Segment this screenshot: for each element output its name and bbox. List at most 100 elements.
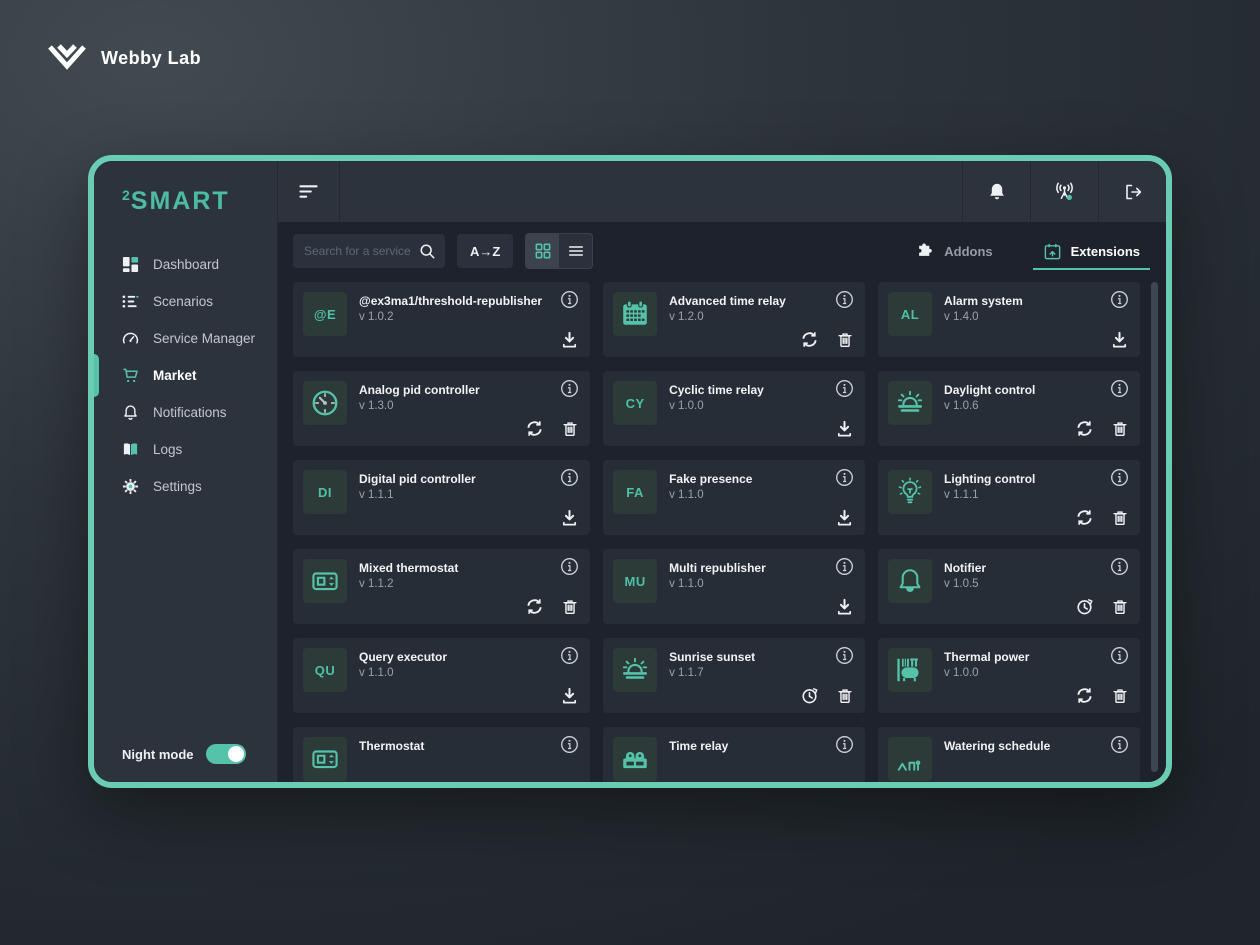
trash-icon[interactable] (1111, 598, 1129, 616)
info-icon[interactable] (560, 379, 579, 398)
refresh-icon[interactable] (1075, 508, 1094, 527)
info-icon[interactable] (1110, 290, 1129, 309)
card-actions (800, 330, 854, 349)
trash-icon[interactable] (1111, 509, 1129, 527)
broker-status-button[interactable] (1030, 161, 1098, 222)
avatar-letters: @E (314, 307, 336, 322)
bell-avatar-icon (895, 566, 925, 596)
card-version: v 1.1.0 (669, 489, 853, 501)
sidebar-item-market[interactable]: Market (94, 357, 277, 394)
download-icon[interactable] (835, 419, 854, 438)
download-icon[interactable] (835, 597, 854, 616)
card-actions (1075, 508, 1129, 527)
card-actions (560, 508, 579, 527)
sidebar-item-label: Settings (153, 479, 202, 494)
trash-icon[interactable] (561, 598, 579, 616)
info-icon[interactable] (1110, 735, 1129, 754)
clock-history-icon[interactable] (800, 686, 819, 705)
trash-icon[interactable] (1111, 687, 1129, 705)
info-icon[interactable] (1110, 646, 1129, 665)
extension-card: Notifierv 1.0.5 (878, 549, 1140, 624)
letter-avatar: MU (613, 559, 657, 603)
puzzle-icon (916, 242, 935, 261)
info-icon[interactable] (835, 468, 854, 487)
info-icon[interactable] (560, 557, 579, 576)
sidebar-item-service-manager[interactable]: Service Manager (94, 320, 277, 357)
night-mode-label: Night mode (122, 747, 194, 762)
card-version: v 1.0.6 (944, 400, 1128, 412)
sunrise-icon (620, 655, 650, 685)
tab-extensions[interactable]: Extensions (1043, 242, 1140, 261)
info-icon[interactable] (560, 646, 579, 665)
trash-icon[interactable] (561, 420, 579, 438)
card-version: v 1.2.0 (669, 311, 853, 323)
info-icon[interactable] (1110, 557, 1129, 576)
info-icon[interactable] (560, 735, 579, 754)
info-icon[interactable] (835, 735, 854, 754)
trash-icon[interactable] (836, 331, 854, 349)
extension-card: QUQuery executorv 1.1.0 (293, 638, 590, 713)
info-icon[interactable] (560, 290, 579, 309)
content-area: A→Z (278, 222, 1166, 782)
download-icon[interactable] (560, 330, 579, 349)
trash-icon[interactable] (1111, 420, 1129, 438)
sidebar-item-label: Service Manager (153, 331, 255, 346)
info-icon[interactable] (835, 290, 854, 309)
tab-addons[interactable]: Addons (916, 242, 992, 261)
download-icon[interactable] (1110, 330, 1129, 349)
night-mode-toggle[interactable] (206, 744, 246, 764)
sidebar-item-notifications[interactable]: Notifications (94, 394, 277, 431)
desktop: { "page": { "brand": "Webby Lab" }, "app… (0, 0, 1260, 945)
extension-card: FAFake presencev 1.1.0 (603, 460, 865, 535)
card-version: v 1.0.0 (669, 400, 853, 412)
list-view-button[interactable] (559, 234, 592, 268)
sort-lines-button[interactable] (278, 161, 340, 222)
sidebar-item-scenarios[interactable]: Scenarios (94, 283, 277, 320)
sidebar-item-settings[interactable]: Settings (94, 468, 277, 505)
grid-view-button[interactable] (526, 234, 559, 268)
card-title: @ex3ma1/threshold-republisher (359, 292, 542, 308)
logout-button[interactable] (1098, 161, 1166, 222)
clock-history-icon[interactable] (1075, 597, 1094, 616)
card-title: Time relay (669, 737, 817, 753)
refresh-icon[interactable] (1075, 686, 1094, 705)
card-version: v 1.4.0 (944, 311, 1128, 323)
refresh-icon[interactable] (525, 597, 544, 616)
sort-az-button[interactable]: A→Z (457, 234, 513, 268)
gauge-icon (310, 388, 340, 418)
download-icon[interactable] (835, 508, 854, 527)
download-icon[interactable] (560, 508, 579, 527)
info-icon[interactable] (1110, 379, 1129, 398)
notifications-bell-icon (122, 404, 139, 421)
card-version: v 1.1.0 (669, 578, 853, 590)
card-title: Advanced time relay (669, 292, 817, 308)
search-input[interactable] (304, 244, 419, 258)
card-title: Alarm system (944, 292, 1092, 308)
letter-avatar: DI (303, 470, 347, 514)
letter-avatar: QU (303, 648, 347, 692)
info-icon[interactable] (835, 557, 854, 576)
sidebar-item-label: Dashboard (153, 257, 219, 272)
sidebar: 2SMART DashboardScenariosService Manager… (94, 161, 277, 782)
info-icon[interactable] (835, 646, 854, 665)
info-icon[interactable] (835, 379, 854, 398)
sidebar-item-dashboard[interactable]: Dashboard (94, 246, 277, 283)
settings-gear-icon (122, 478, 139, 495)
info-icon[interactable] (560, 468, 579, 487)
card-title: Query executor (359, 648, 542, 664)
card-title: Notifier (944, 559, 1092, 575)
extension-card: ALAlarm systemv 1.4.0 (878, 282, 1140, 357)
icon-avatar (888, 737, 932, 781)
notifications-button[interactable] (962, 161, 1030, 222)
refresh-icon[interactable] (1075, 419, 1094, 438)
refresh-icon[interactable] (800, 330, 819, 349)
refresh-icon[interactable] (525, 419, 544, 438)
info-icon[interactable] (1110, 468, 1129, 487)
scrollbar[interactable] (1151, 282, 1158, 772)
download-icon[interactable] (560, 686, 579, 705)
sidebar-item-label: Logs (153, 442, 182, 457)
trash-icon[interactable] (836, 687, 854, 705)
sidebar-item-logs[interactable]: Logs (94, 431, 277, 468)
search-icon[interactable] (419, 243, 436, 260)
letter-avatar: @E (303, 292, 347, 336)
